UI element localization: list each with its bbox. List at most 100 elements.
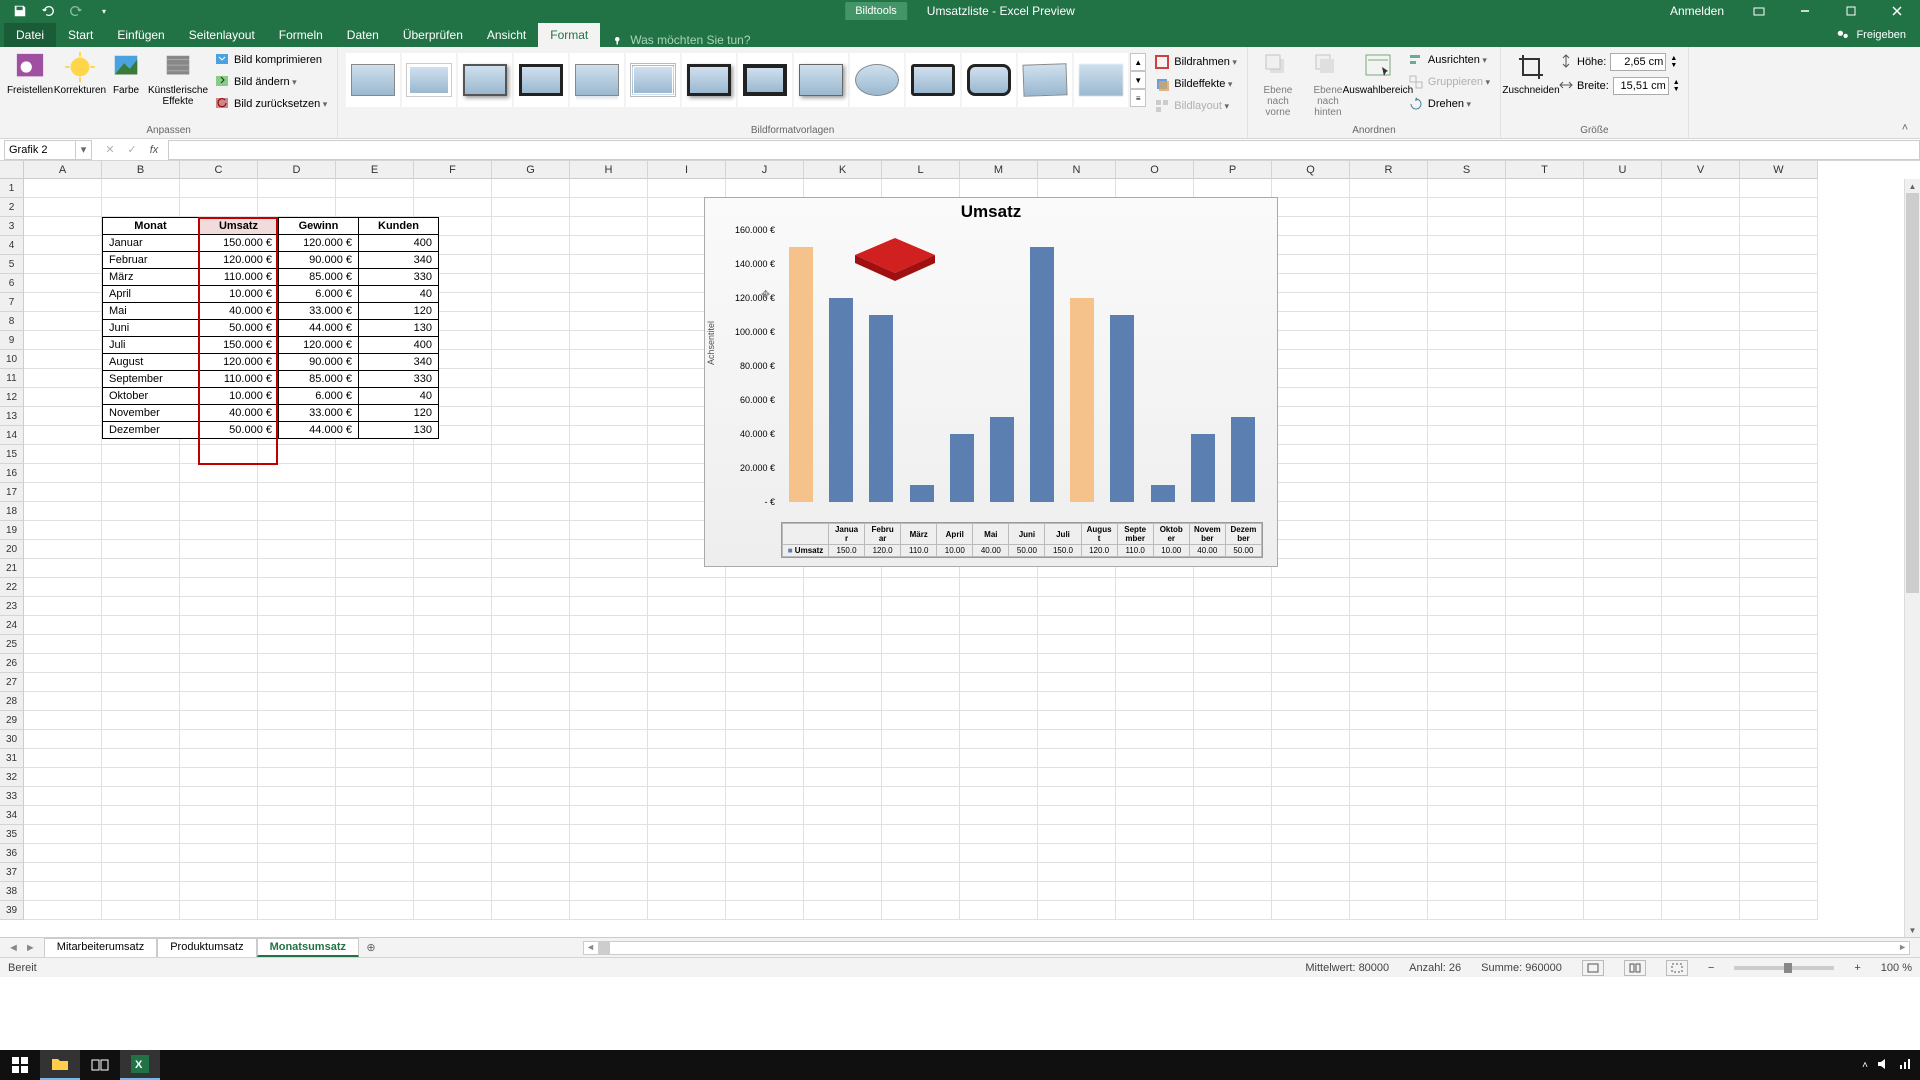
cell[interactable]: [414, 559, 492, 578]
cell[interactable]: [1272, 502, 1350, 521]
cell[interactable]: [804, 749, 882, 768]
cell[interactable]: [1740, 749, 1818, 768]
cell[interactable]: [258, 597, 336, 616]
cell[interactable]: [24, 445, 102, 464]
cell[interactable]: [1662, 464, 1740, 483]
cell[interactable]: [24, 844, 102, 863]
cell[interactable]: [492, 616, 570, 635]
cell[interactable]: [726, 787, 804, 806]
cell[interactable]: [1662, 806, 1740, 825]
reset-picture-button[interactable]: Bild zurücksetzen: [210, 93, 331, 115]
cell[interactable]: [1740, 616, 1818, 635]
chart-bar[interactable]: [950, 434, 974, 502]
cell[interactable]: [570, 749, 648, 768]
cell[interactable]: [648, 711, 726, 730]
cell[interactable]: [180, 749, 258, 768]
cell[interactable]: [570, 198, 648, 217]
cell[interactable]: [570, 768, 648, 787]
cell[interactable]: [102, 730, 180, 749]
cell[interactable]: [24, 293, 102, 312]
table-cell[interactable]: 6.000 €: [279, 388, 359, 405]
cell[interactable]: [1584, 825, 1662, 844]
cell[interactable]: [1272, 521, 1350, 540]
cell[interactable]: [1740, 426, 1818, 445]
cell[interactable]: [1740, 654, 1818, 673]
cell[interactable]: [1194, 844, 1272, 863]
cell[interactable]: [336, 673, 414, 692]
cell[interactable]: [1272, 692, 1350, 711]
cell[interactable]: [180, 540, 258, 559]
cell[interactable]: [492, 673, 570, 692]
cell[interactable]: [726, 825, 804, 844]
crop-button[interactable]: Zuschneiden: [1507, 49, 1555, 98]
cell[interactable]: [24, 635, 102, 654]
cell[interactable]: [414, 521, 492, 540]
cell[interactable]: [24, 369, 102, 388]
table-cell[interactable]: 10.000 €: [199, 286, 279, 303]
cell[interactable]: [1116, 882, 1194, 901]
row-header[interactable]: 15: [0, 445, 24, 464]
cell[interactable]: [1350, 597, 1428, 616]
add-sheet-button[interactable]: ⊕: [359, 941, 383, 954]
cell[interactable]: [570, 331, 648, 350]
cell[interactable]: [492, 635, 570, 654]
scroll-down-icon[interactable]: ▼: [1905, 923, 1920, 937]
cell[interactable]: [1116, 711, 1194, 730]
cell[interactable]: [1350, 407, 1428, 426]
cell[interactable]: [102, 179, 180, 198]
cell[interactable]: [1350, 350, 1428, 369]
cell[interactable]: [492, 901, 570, 920]
cell[interactable]: [1740, 540, 1818, 559]
cell[interactable]: [258, 768, 336, 787]
cell[interactable]: [1272, 635, 1350, 654]
cell[interactable]: [492, 312, 570, 331]
cell[interactable]: [882, 768, 960, 787]
cell[interactable]: [492, 217, 570, 236]
cell[interactable]: [1740, 255, 1818, 274]
cell[interactable]: [414, 730, 492, 749]
cell[interactable]: [570, 274, 648, 293]
cell[interactable]: [648, 578, 726, 597]
row-header[interactable]: 1: [0, 179, 24, 198]
cell[interactable]: [1740, 293, 1818, 312]
cell[interactable]: [726, 730, 804, 749]
cell[interactable]: [1662, 502, 1740, 521]
cell[interactable]: [180, 464, 258, 483]
cell[interactable]: [1428, 388, 1506, 407]
cell[interactable]: [570, 882, 648, 901]
column-header[interactable]: I: [648, 161, 726, 179]
cell[interactable]: [336, 654, 414, 673]
cell[interactable]: [24, 730, 102, 749]
cell[interactable]: [336, 597, 414, 616]
cell[interactable]: [1116, 825, 1194, 844]
chart-bar[interactable]: [1030, 247, 1054, 502]
cell[interactable]: [1428, 179, 1506, 198]
cell[interactable]: [1350, 369, 1428, 388]
cell[interactable]: [1428, 293, 1506, 312]
cell[interactable]: [882, 711, 960, 730]
share-button[interactable]: Freigeben: [1822, 23, 1920, 47]
table-cell[interactable]: 44.000 €: [279, 320, 359, 337]
cell[interactable]: [1350, 578, 1428, 597]
cell[interactable]: [1428, 445, 1506, 464]
cell[interactable]: [1662, 787, 1740, 806]
chart-bar[interactable]: [789, 247, 813, 502]
cell[interactable]: [648, 654, 726, 673]
cell[interactable]: [258, 483, 336, 502]
cell[interactable]: [1350, 198, 1428, 217]
spin-down-icon[interactable]: ▼: [1673, 86, 1680, 93]
cell[interactable]: [570, 578, 648, 597]
cell[interactable]: [24, 901, 102, 920]
cell[interactable]: [180, 483, 258, 502]
row-header[interactable]: 11: [0, 369, 24, 388]
row-header[interactable]: 2: [0, 198, 24, 217]
cell[interactable]: [180, 806, 258, 825]
cell[interactable]: [570, 312, 648, 331]
cell[interactable]: [336, 882, 414, 901]
tab-überprüfen[interactable]: Überprüfen: [391, 23, 475, 47]
cell[interactable]: [1506, 597, 1584, 616]
cell[interactable]: [24, 198, 102, 217]
cell[interactable]: [258, 749, 336, 768]
cell[interactable]: [1194, 749, 1272, 768]
cell[interactable]: [1584, 616, 1662, 635]
